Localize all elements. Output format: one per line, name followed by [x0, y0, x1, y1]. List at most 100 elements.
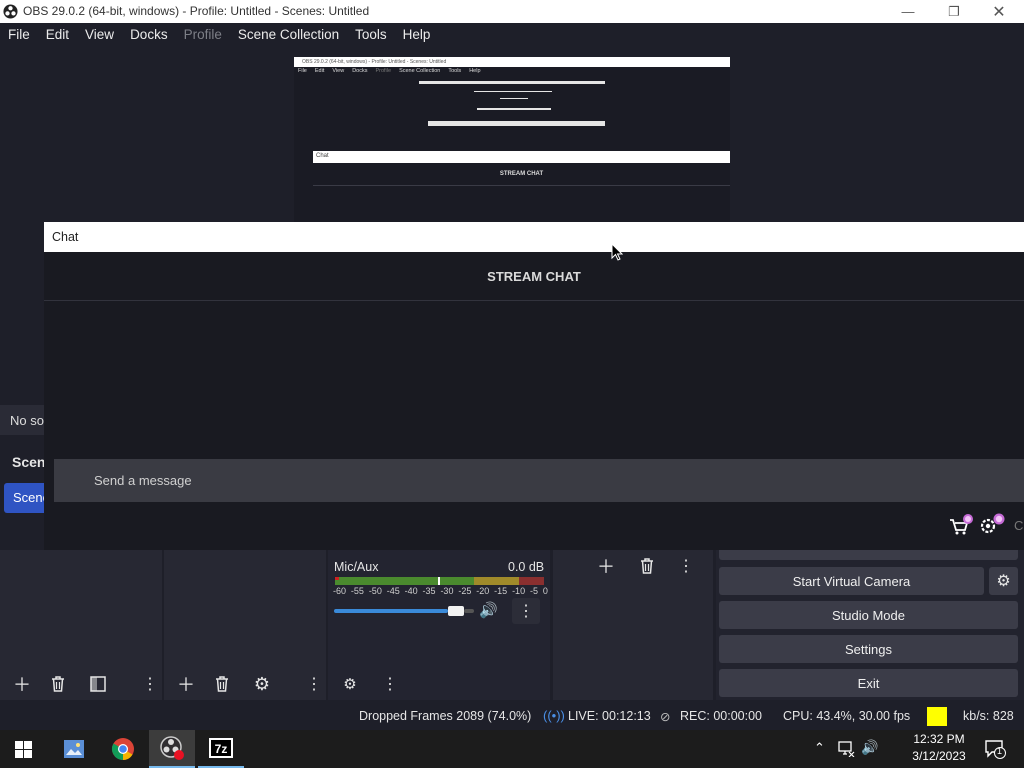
- rec-icon: ⊘: [660, 710, 671, 724]
- start-virtual-camera-button[interactable]: Start Virtual Camera: [719, 567, 984, 595]
- notification-icon: [985, 740, 1006, 759]
- menu-profile[interactable]: Profile: [176, 23, 230, 47]
- chat-extra-button[interactable]: C: [1014, 518, 1024, 534]
- window-title: OBS 29.0.2 (64-bit, windows) - Profile: …: [23, 4, 370, 18]
- volume-slider[interactable]: [334, 606, 474, 616]
- menu-file[interactable]: File: [0, 23, 38, 47]
- mixer-menu-button[interactable]: ⋮: [378, 672, 402, 696]
- menu-scene-collection[interactable]: Scene Collection: [230, 23, 347, 47]
- cpu-usage: CPU: 43.4%, 30.00 fps: [783, 709, 911, 723]
- virtual-camera-settings-button[interactable]: ⚙: [989, 567, 1018, 595]
- taskbar-chrome[interactable]: [100, 730, 146, 768]
- scenes-dock-title: Scen: [12, 454, 46, 470]
- speaker-icon: 🔊: [479, 602, 498, 619]
- source-properties-button[interactable]: ⚙: [250, 672, 274, 696]
- scene-list-item-label: Scene: [13, 490, 44, 505]
- chat-title: Chat: [52, 230, 79, 244]
- menu-help[interactable]: Help: [395, 23, 439, 47]
- menu-edit[interactable]: Edit: [38, 23, 77, 47]
- preview-nested-line: [500, 98, 528, 99]
- plus-icon: ＋: [597, 557, 615, 577]
- sources-empty: No so: [0, 405, 44, 435]
- chat-settings-button[interactable]: [977, 512, 1007, 538]
- studio-mode-button[interactable]: Studio Mode: [719, 601, 1018, 629]
- remove-source-button[interactable]: [210, 672, 234, 696]
- gear-icon: ⚙: [996, 573, 1011, 590]
- sources-menu-button[interactable]: ⋮: [302, 672, 326, 696]
- mixer-channel-level: 0.0 dB: [508, 560, 545, 574]
- system-clock[interactable]: 12:32 PM 3/12/2023: [900, 731, 978, 765]
- dropped-frames: Dropped Frames 2089 (74.0%): [359, 709, 532, 723]
- add-scene-button[interactable]: ＋: [10, 672, 34, 696]
- preview-menu-edit: Edit: [314, 68, 325, 74]
- plus-icon: ＋: [13, 675, 31, 695]
- network-button[interactable]: [837, 739, 855, 758]
- taskbar-obs[interactable]: [149, 730, 195, 768]
- scene-filters-button[interactable]: [86, 672, 110, 696]
- restore-button[interactable]: ❐: [931, 0, 977, 23]
- preview-menu-scene-collection: Scene Collection: [399, 68, 441, 74]
- preview-menu-profile: Profile: [375, 68, 392, 74]
- chat-header: STREAM CHAT: [44, 252, 1024, 301]
- more-vertical-icon: ⋮: [518, 603, 534, 620]
- taskbar-photos[interactable]: [51, 730, 97, 768]
- preview-menu-docks: Docks: [352, 68, 368, 74]
- notifications-button[interactable]: 1: [984, 738, 1006, 760]
- volume-tray-button[interactable]: 🔊: [861, 739, 878, 756]
- mixer-channel-name: Mic/Aux: [334, 560, 379, 574]
- filter-icon: [90, 676, 106, 692]
- minimize-button[interactable]: —: [885, 0, 931, 23]
- window-title-bar[interactable]: OBS 29.0.2 (64-bit, windows) - Profile: …: [0, 0, 1024, 23]
- preview-title-bar: OBS 29.0.2 (64-bit, windows) - Profile: …: [294, 57, 730, 67]
- volume-meter-scale: -60 -55 -50 -45 -40 -35 -30 -25 -20 -15 -10 -5 0: [333, 586, 548, 596]
- menu-docks[interactable]: Docks: [122, 23, 176, 47]
- start-icon: [14, 740, 32, 758]
- preview-menu-bar: File Edit View Docks Profile Scene Colle…: [294, 67, 730, 76]
- settings-icon: [980, 513, 1005, 534]
- scenes-dock-header: Scen: [0, 448, 46, 476]
- start-recording-button[interactable]: [719, 550, 1018, 560]
- network-icon: [838, 741, 855, 758]
- cart-button[interactable]: [948, 514, 974, 538]
- mixer-channel-menu-button[interactable]: ⋮: [512, 598, 540, 624]
- mute-button[interactable]: 🔊: [479, 601, 499, 621]
- clock-time: 12:32 PM: [913, 732, 965, 746]
- add-transition-button[interactable]: ＋: [594, 554, 618, 578]
- volume-meter: [335, 577, 544, 585]
- show-hidden-icons-button[interactable]: ⌃: [814, 740, 825, 756]
- volume-icon: 🔊: [861, 739, 879, 755]
- preview-menu-help: Help: [469, 68, 481, 74]
- start-button[interactable]: [0, 730, 46, 768]
- preview-nested-line: [474, 91, 552, 92]
- 7zip-icon: 7z: [209, 738, 233, 758]
- minimize-icon: —: [901, 4, 915, 19]
- remove-transition-button[interactable]: [635, 554, 659, 578]
- program-preview[interactable]: OBS 29.0.2 (64-bit, windows) - Profile: …: [294, 57, 730, 222]
- rec-time: REC: 00:00:00: [680, 709, 762, 723]
- bitrate: kb/s: 828: [963, 709, 1014, 723]
- volume-slider-handle[interactable]: [448, 606, 464, 616]
- plus-icon: ＋: [177, 675, 195, 695]
- transition-menu-button[interactable]: ⋮: [674, 554, 698, 578]
- trash-icon: [52, 676, 64, 692]
- send-message-input[interactable]: [54, 459, 1024, 502]
- chat-title-bar[interactable]: Chat: [44, 222, 1024, 252]
- add-source-button[interactable]: ＋: [174, 672, 198, 696]
- clock-date: 3/12/2023: [912, 749, 966, 763]
- advanced-audio-button[interactable]: ⚙: [338, 672, 362, 696]
- exit-button[interactable]: Exit: [719, 669, 1018, 697]
- scene-list-item[interactable]: Scene: [4, 483, 44, 513]
- menu-bar: File Edit View Docks Profile Scene Colle…: [0, 23, 1024, 47]
- obs-icon: [160, 736, 184, 760]
- remove-scene-button[interactable]: [46, 672, 70, 696]
- menu-view[interactable]: View: [77, 23, 122, 47]
- more-vertical-icon: ⋮: [382, 676, 398, 693]
- scenes-menu-button[interactable]: ⋮: [138, 672, 162, 696]
- menu-tools[interactable]: Tools: [347, 23, 395, 47]
- settings-button[interactable]: Settings: [719, 635, 1018, 663]
- more-vertical-icon: ⋮: [678, 558, 694, 575]
- preview-chat-title: Chat: [313, 151, 730, 163]
- restore-icon: ❐: [948, 3, 960, 19]
- close-button[interactable]: ✕: [976, 0, 1022, 23]
- taskbar-7zip[interactable]: 7z: [198, 730, 244, 768]
